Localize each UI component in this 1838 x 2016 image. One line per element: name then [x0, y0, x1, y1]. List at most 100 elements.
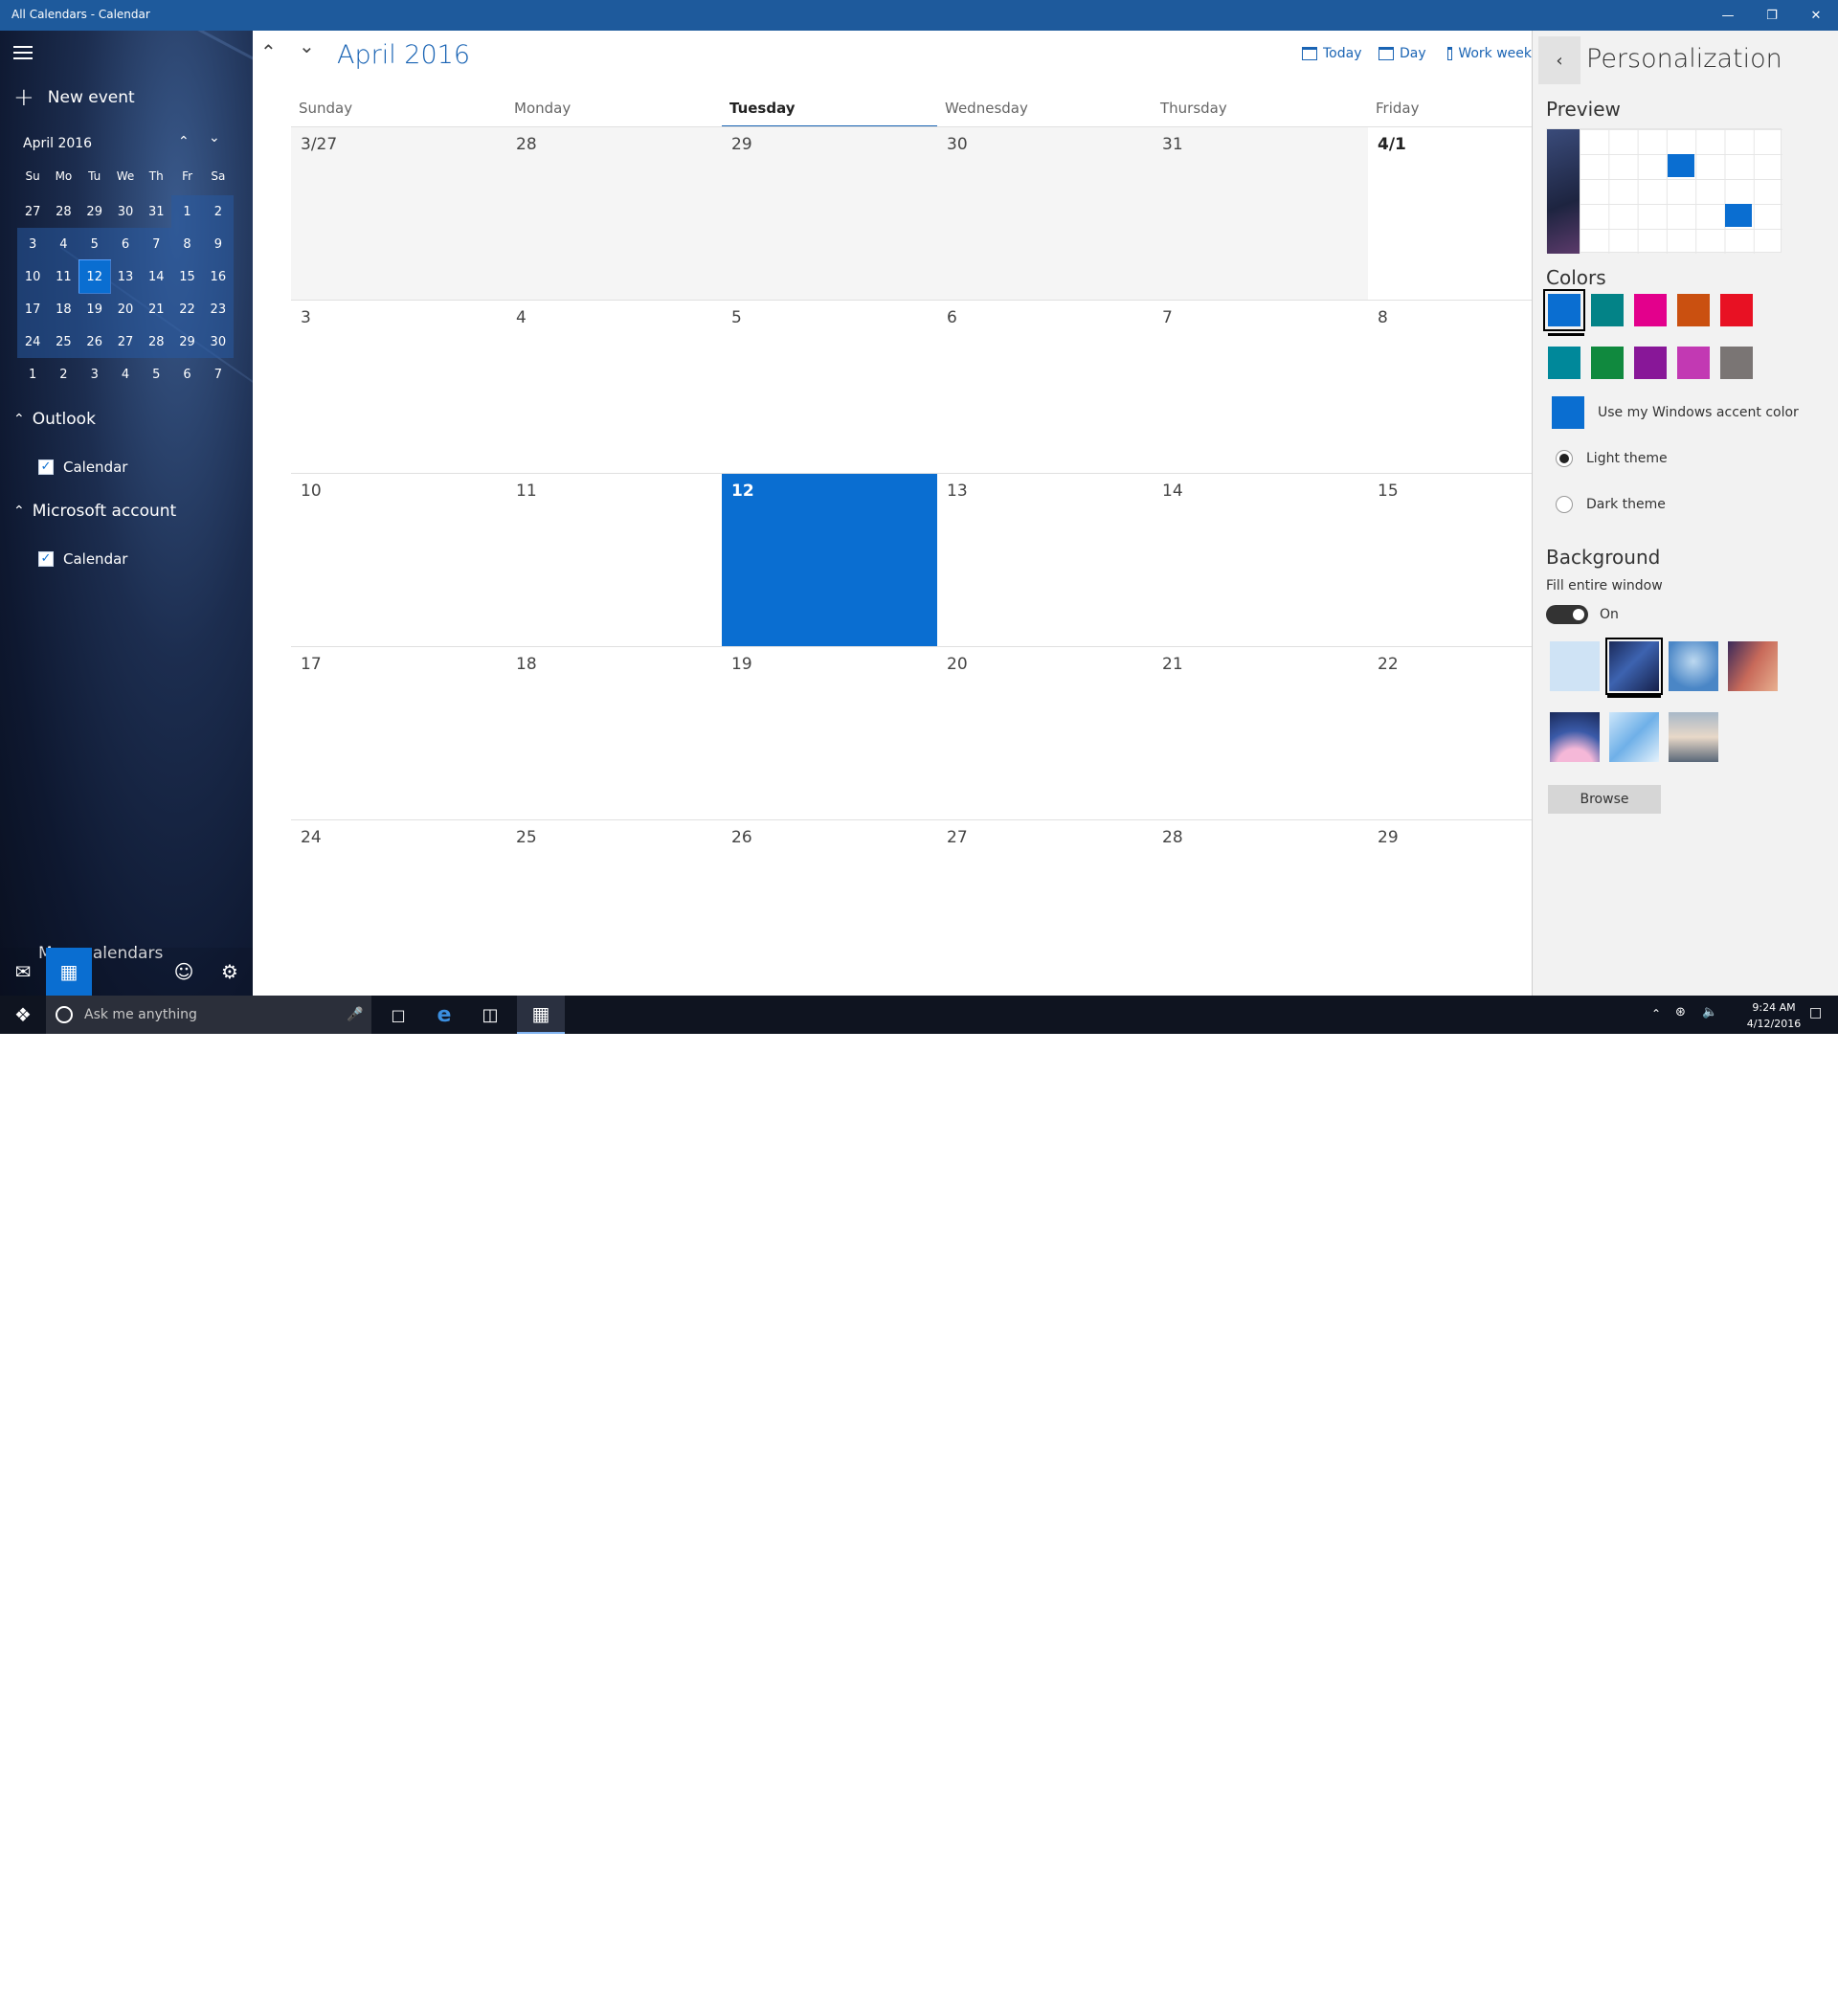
- checkbox-checked-icon[interactable]: ✓: [38, 459, 54, 475]
- show-hidden-icons[interactable]: ⌃: [1651, 1007, 1661, 1020]
- calendar-day-cell[interactable]: 13: [937, 474, 1153, 647]
- calendar-day-cell[interactable]: 18: [506, 647, 722, 820]
- color-swatch[interactable]: [1634, 294, 1667, 326]
- background-thumb-tree[interactable]: [1669, 641, 1718, 691]
- mini-calendar-day[interactable]: 27: [109, 325, 142, 358]
- mini-calendar-day[interactable]: 2: [202, 195, 234, 228]
- calendar-item-outlook[interactable]: ✓ Calendar: [38, 459, 127, 476]
- checkbox-checked-icon[interactable]: ✓: [38, 551, 54, 567]
- mini-calendar-day[interactable]: 11: [48, 260, 79, 293]
- calendar-day-cell[interactable]: 21: [1153, 647, 1368, 820]
- mini-calendar-day[interactable]: 30: [110, 195, 141, 228]
- action-center-icon[interactable]: □: [1809, 1005, 1822, 1020]
- calendar-day-cell[interactable]: 27: [937, 820, 1153, 994]
- mini-calendar-day[interactable]: 29: [171, 325, 203, 358]
- mini-calendar-day[interactable]: 9: [202, 228, 234, 260]
- mini-prev-month-icon[interactable]: ⌃: [178, 134, 190, 149]
- color-swatch[interactable]: [1720, 347, 1753, 379]
- calendar-day-cell[interactable]: 31: [1153, 127, 1368, 301]
- mini-calendar-day[interactable]: 14: [141, 260, 172, 293]
- accent-color-swatch[interactable]: [1552, 396, 1584, 429]
- calendar-item-microsoft[interactable]: ✓ Calendar: [38, 550, 127, 568]
- calendar-day-cell[interactable]: 3/27: [291, 127, 506, 301]
- mini-calendar-day[interactable]: 4: [110, 358, 141, 391]
- calendar-day-cell[interactable]: 10: [291, 474, 506, 647]
- clock[interactable]: 9:24 AM 4/12/2016: [1731, 999, 1817, 1032]
- background-thumb-canyon[interactable]: [1728, 641, 1778, 691]
- calendar-day-cell[interactable]: 20: [937, 647, 1153, 820]
- mini-calendar-day[interactable]: 15: [171, 260, 203, 293]
- mini-calendar-day[interactable]: 5: [141, 358, 171, 391]
- calendar-day-cell[interactable]: 4: [506, 301, 722, 474]
- mini-calendar-day[interactable]: 4: [48, 228, 79, 260]
- calendar-day-cell[interactable]: 29: [722, 127, 937, 301]
- windows-start-icon[interactable]: ❖: [0, 996, 46, 1034]
- mini-calendar-day[interactable]: 28: [141, 325, 172, 358]
- calendar-app-icon[interactable]: ▦: [46, 948, 92, 996]
- radio-unselected-icon[interactable]: [1556, 496, 1573, 513]
- work-week-view-button[interactable]: Work week: [1447, 46, 1532, 61]
- calendar-day-cell[interactable]: 24: [291, 820, 506, 994]
- calendar-day-cell[interactable]: 11: [506, 474, 722, 647]
- color-swatch[interactable]: [1634, 347, 1667, 379]
- mini-calendar-day[interactable]: 12: [78, 259, 111, 294]
- calendar-day-cell[interactable]: 7: [1153, 301, 1368, 474]
- calendar-day-cell[interactable]: 14: [1153, 474, 1368, 647]
- task-view-icon[interactable]: □: [375, 996, 421, 1034]
- feedback-smiley-icon[interactable]: ☺: [161, 948, 207, 996]
- calendar-day-cell[interactable]: 28: [1153, 820, 1368, 994]
- mini-calendar-day[interactable]: 16: [202, 260, 234, 293]
- color-swatch[interactable]: [1677, 347, 1710, 379]
- volume-icon[interactable]: 🔈: [1702, 1005, 1717, 1019]
- toggle-switch-icon[interactable]: [1546, 605, 1588, 624]
- mini-calendar-day[interactable]: 23: [202, 293, 234, 325]
- month-title[interactable]: April 2016: [337, 40, 470, 70]
- mini-calendar-day[interactable]: 13: [109, 260, 142, 293]
- restore-button[interactable]: ❐: [1750, 0, 1794, 31]
- calendar-day-cell[interactable]: 28: [506, 127, 722, 301]
- calendar-day-cell[interactable]: 25: [506, 820, 722, 994]
- mini-calendar-day[interactable]: 6: [171, 358, 202, 391]
- mini-calendar-day[interactable]: 19: [78, 293, 110, 325]
- mini-calendar-day[interactable]: 18: [48, 293, 79, 325]
- background-thumb-night-streaks[interactable]: [1605, 638, 1663, 695]
- calendar-day-cell[interactable]: 26: [722, 820, 937, 994]
- background-thumb-geometric[interactable]: [1609, 712, 1659, 762]
- background-thumb-abstract[interactable]: [1550, 712, 1600, 762]
- microphone-icon[interactable]: 🎤: [347, 1007, 363, 1022]
- color-swatch[interactable]: [1548, 347, 1580, 379]
- fill-window-toggle[interactable]: On: [1546, 605, 1619, 624]
- calendar-day-cell[interactable]: 6: [937, 301, 1153, 474]
- mini-calendar-day[interactable]: 7: [141, 228, 172, 260]
- close-button[interactable]: ✕: [1794, 0, 1838, 31]
- mini-calendar-month[interactable]: April 2016: [23, 136, 92, 151]
- mini-calendar-day[interactable]: 17: [17, 293, 49, 325]
- group-outlook[interactable]: ⌃ Outlook: [13, 410, 96, 429]
- mini-calendar-day[interactable]: 25: [48, 325, 79, 358]
- next-month-icon[interactable]: ⌄: [299, 34, 315, 57]
- cortana-search-box[interactable]: Ask me anything 🎤: [46, 996, 371, 1034]
- previous-month-icon[interactable]: ⌃: [260, 40, 277, 63]
- back-button[interactable]: ‹: [1538, 36, 1580, 84]
- light-theme-radio[interactable]: Light theme: [1556, 450, 1668, 467]
- gear-icon[interactable]: ⚙: [207, 948, 253, 996]
- new-event-button[interactable]: + New event: [13, 85, 135, 110]
- color-swatch[interactable]: [1720, 294, 1753, 326]
- calendar-day-cell[interactable]: 5: [722, 301, 937, 474]
- windows-accent-option[interactable]: Use my Windows accent color: [1552, 396, 1799, 429]
- mini-calendar-day[interactable]: 20: [109, 293, 142, 325]
- browse-button[interactable]: Browse: [1548, 785, 1661, 814]
- mail-icon[interactable]: ✉: [0, 948, 46, 996]
- mini-calendar-day[interactable]: 31: [141, 195, 171, 228]
- mini-calendar-day[interactable]: 28: [48, 195, 78, 228]
- mini-calendar-day[interactable]: 24: [17, 325, 49, 358]
- today-button[interactable]: Today: [1302, 46, 1362, 61]
- background-thumb-light-blue[interactable]: [1550, 641, 1600, 691]
- calendar-day-cell[interactable]: 12: [722, 474, 937, 647]
- mini-calendar-day[interactable]: 3: [79, 358, 110, 391]
- mini-calendar-day[interactable]: 1: [171, 195, 203, 228]
- mini-calendar-day[interactable]: 21: [141, 293, 172, 325]
- color-swatch[interactable]: [1591, 294, 1624, 326]
- hamburger-menu-icon[interactable]: [13, 46, 33, 63]
- mini-calendar-day[interactable]: 8: [171, 228, 203, 260]
